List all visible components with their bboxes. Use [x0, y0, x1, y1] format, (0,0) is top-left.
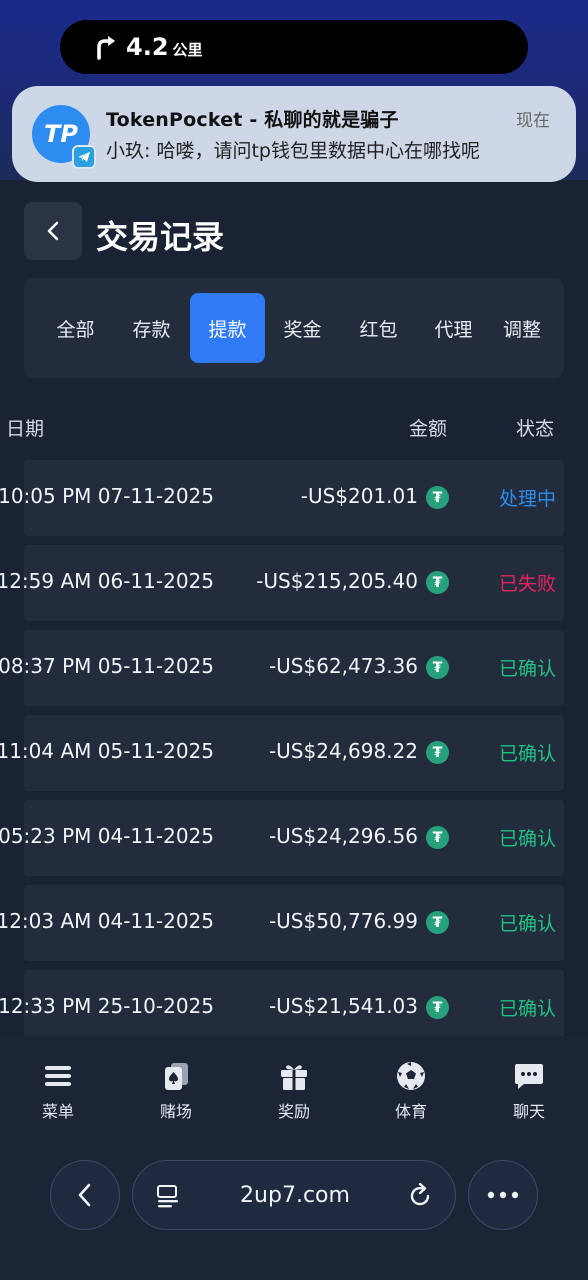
tether-usdt-icon: ₮ [426, 741, 449, 764]
table-row[interactable]: 12:59 AM 06-11-2025 -US$215,205.40 ₮ 已失败 [0, 545, 564, 621]
chevron-left-icon [78, 1183, 91, 1207]
transaction-date: 12:03 AM 04-11-2025 [0, 909, 214, 933]
table-row[interactable]: 11:04 AM 05-11-2025 -US$24,698.22 ₮ 已确认 [0, 715, 564, 791]
column-header-date: 日期 [6, 418, 45, 440]
menu-icon [45, 1066, 71, 1086]
nav-casino[interactable]: 赌场 [136, 1060, 216, 1122]
browser-back-button[interactable] [50, 1160, 120, 1230]
transaction-date: 12:59 AM 06-11-2025 [0, 569, 214, 593]
nav-chat-label: 聊天 [512, 1102, 545, 1121]
tether-usdt-icon: ₮ [426, 911, 449, 934]
status-badge: 已确认 [498, 828, 556, 850]
nav-rewards-label: 奖励 [277, 1102, 310, 1121]
transaction-amount: -US$21,541.03 [268, 994, 418, 1018]
nav-chat[interactable]: 聊天 [489, 1060, 569, 1122]
browser-more-button[interactable] [468, 1160, 538, 1230]
transaction-date: 08:37 PM 05-11-2025 [0, 654, 214, 678]
status-badge: 已失败 [498, 573, 556, 595]
table-row[interactable]: 05:23 PM 04-11-2025 -US$24,296.56 ₮ 已确认 [0, 800, 564, 876]
bottom-navigation: 菜单 赌场 奖励 体育 聊天 [0, 1036, 588, 1280]
status-badge: 处理中 [498, 488, 556, 510]
nav-rewards[interactable]: 奖励 [254, 1060, 334, 1122]
transaction-amount: -US$24,296.56 [268, 824, 418, 848]
table-row[interactable]: 10:05 PM 07-11-2025 -US$201.01 ₮ 处理中 [0, 460, 564, 536]
transaction-amount: -US$62,473.36 [268, 654, 418, 678]
transaction-amount: -US$24,698.22 [268, 739, 418, 763]
transaction-amount: -US$201.01 [300, 484, 418, 508]
reload-icon[interactable] [407, 1183, 433, 1209]
tether-usdt-icon: ₮ [426, 996, 449, 1019]
table-row[interactable]: 08:37 PM 05-11-2025 -US$62,473.36 ₮ 已确认 [0, 630, 564, 706]
tether-usdt-icon: ₮ [426, 656, 449, 679]
transaction-date: 11:04 AM 05-11-2025 [0, 739, 214, 763]
address-bar[interactable]: 2up7.com [132, 1160, 456, 1230]
column-header-amount: 金额 [409, 418, 448, 440]
column-header-status: 状态 [516, 418, 555, 440]
table-row[interactable]: 12:33 PM 25-10-2025 -US$21,541.03 ₮ 已确认 [0, 970, 564, 1036]
status-badge: 已确认 [498, 998, 556, 1020]
transaction-amount: -US$50,776.99 [268, 909, 418, 933]
table-header: 日期 金额 状态 [0, 0, 588, 460]
tether-usdt-icon: ₮ [426, 571, 449, 594]
transaction-date: 12:33 PM 25-10-2025 [0, 994, 214, 1018]
nav-sports-label: 体育 [394, 1102, 427, 1121]
status-badge: 已确认 [498, 658, 556, 680]
status-badge: 已确认 [498, 743, 556, 765]
tether-usdt-icon: ₮ [426, 486, 449, 509]
transaction-date: 05:23 PM 04-11-2025 [0, 824, 214, 848]
nav-sports[interactable]: 体育 [371, 1060, 451, 1122]
soccer-ball-icon [397, 1062, 425, 1090]
nav-menu[interactable]: 菜单 [18, 1060, 98, 1122]
more-dots-icon [487, 1191, 519, 1199]
gift-icon [281, 1065, 307, 1090]
table-row[interactable]: 12:03 AM 04-11-2025 -US$50,776.99 ₮ 已确认 [0, 885, 564, 961]
transaction-date: 10:05 PM 07-11-2025 [0, 484, 214, 508]
transaction-amount: -US$215,205.40 [256, 569, 418, 593]
nav-menu-label: 菜单 [41, 1102, 74, 1121]
chat-icon [515, 1064, 543, 1089]
nav-casino-label: 赌场 [159, 1102, 192, 1121]
tether-usdt-icon: ₮ [426, 826, 449, 849]
status-badge: 已确认 [498, 913, 556, 935]
cards-icon [165, 1063, 188, 1090]
